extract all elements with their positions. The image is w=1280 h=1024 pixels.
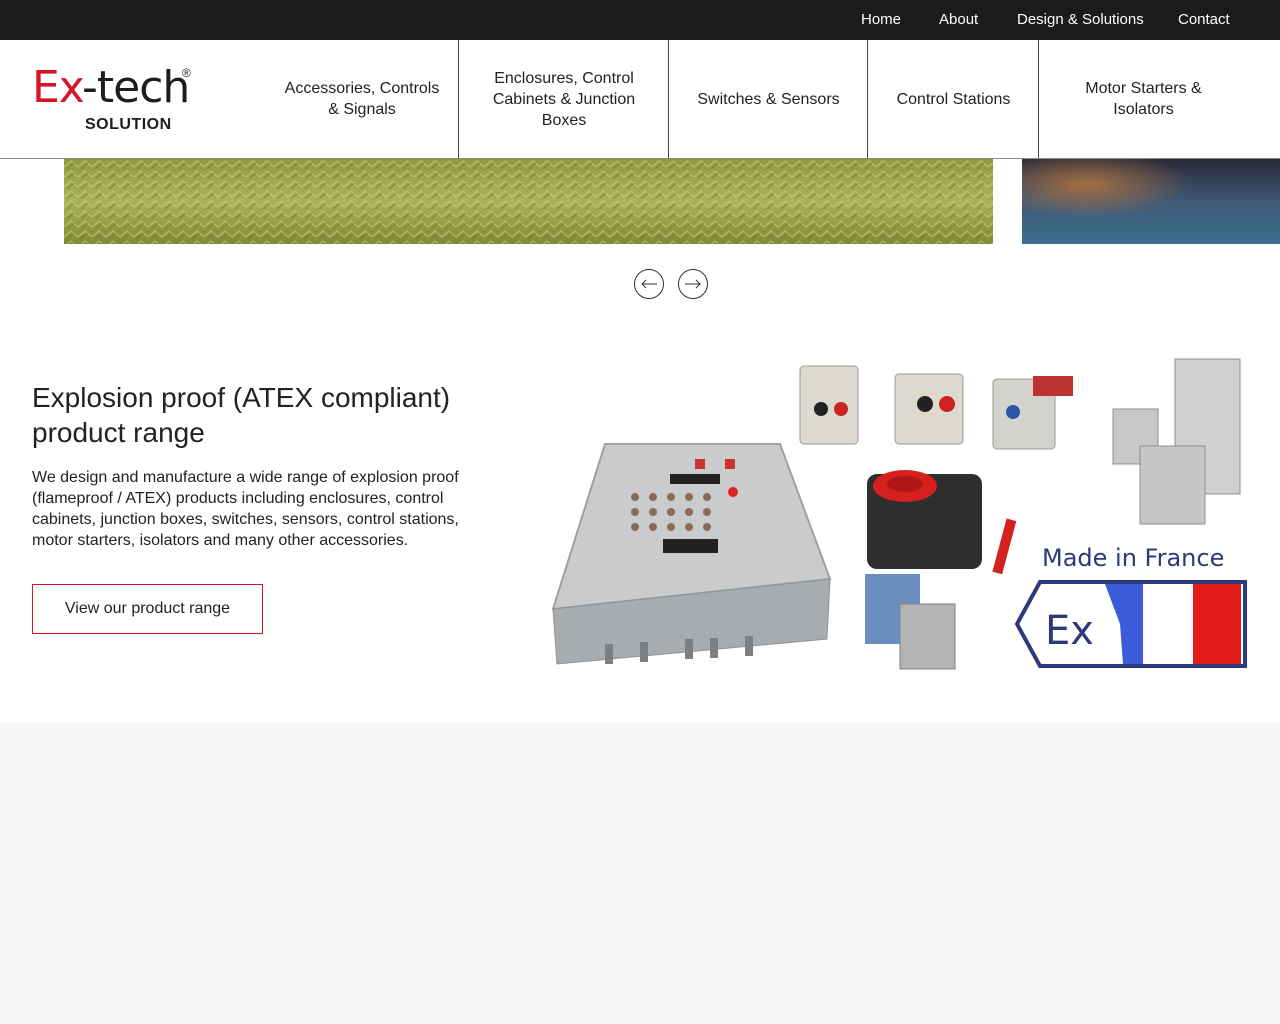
emergency-stop-illustration xyxy=(867,470,1017,575)
nav-item-label: Switches & Sensors xyxy=(697,90,840,108)
nav-item-label: Enclosures, Control Cabinets & Junction … xyxy=(492,69,636,129)
top-navigation-bar: Home About Design & Solutions Contact xyxy=(0,0,1280,40)
view-product-range-button[interactable]: View our product range xyxy=(32,584,263,634)
carousel-prev-button[interactable] xyxy=(634,269,664,299)
arrow-left-icon xyxy=(641,279,657,289)
next-slide-image xyxy=(1022,159,1280,244)
nav-item-label: Control Stations xyxy=(896,90,1011,108)
site-logo[interactable]: Ex -tech ® SOLUTION xyxy=(32,66,202,136)
steel-cabinet-illustrations xyxy=(1112,358,1241,525)
hero-carousel xyxy=(0,159,1280,324)
logo-tagline: SOLUTION xyxy=(85,116,172,133)
nav-control-stations[interactable]: Control Stations xyxy=(867,40,1039,158)
nav-item-label: Motor Starters & Isolators xyxy=(1085,80,1202,118)
nav-switches-sensors[interactable]: Switches & Sensors xyxy=(668,40,868,158)
logo-wordmark: -tech xyxy=(82,62,190,113)
product-range-intro: Explosion proof (ATEX compliant) product… xyxy=(0,324,1280,723)
wheat-field-image xyxy=(64,159,993,244)
arrow-right-icon xyxy=(685,279,701,289)
carousel-next-button[interactable] xyxy=(678,269,708,299)
topnav-about-link[interactable]: About xyxy=(939,11,978,28)
nav-accessories-controls-signals[interactable]: Accessories, Controls & Signals xyxy=(265,40,459,158)
product-range-image: Made in France Ex xyxy=(545,354,1250,684)
topnav-contact-link[interactable]: Contact xyxy=(1178,11,1230,28)
topnav-home-link[interactable]: Home xyxy=(861,11,901,28)
nav-item-label: Accessories, Controls & Signals xyxy=(284,80,440,118)
carousel-slide-wheat-field[interactable] xyxy=(64,159,993,244)
main-header: Ex -tech ® SOLUTION Accessories, Control… xyxy=(0,40,1280,159)
logo-ex-mark: Ex xyxy=(32,62,85,113)
cta-label: View our product range xyxy=(64,600,231,617)
limit-switch-illustration xyxy=(865,574,956,670)
section-title: Explosion proof (ATEX compliant) product… xyxy=(32,382,451,448)
nav-motor-starters-isolators[interactable]: Motor Starters & Isolators xyxy=(1038,40,1248,158)
carousel-slide-next[interactable] xyxy=(1022,159,1280,244)
made-in-france-badge: Made in France Ex xyxy=(1014,544,1247,668)
control-station-illustrations xyxy=(799,365,1073,450)
product-collage-illustration: Made in France Ex xyxy=(551,358,1247,670)
topnav-design-solutions-link[interactable]: Design & Solutions xyxy=(1017,11,1144,28)
junction-box-illustration xyxy=(551,443,832,665)
svg-text:Made in France: Made in France xyxy=(1042,544,1224,572)
section-description: We design and manufacture a wide range o… xyxy=(32,469,459,549)
nav-enclosures-cabinets-junction-boxes[interactable]: Enclosures, Control Cabinets & Junction … xyxy=(458,40,669,158)
logo-registered-mark: ® xyxy=(182,66,191,80)
svg-text:Ex: Ex xyxy=(1045,608,1094,654)
